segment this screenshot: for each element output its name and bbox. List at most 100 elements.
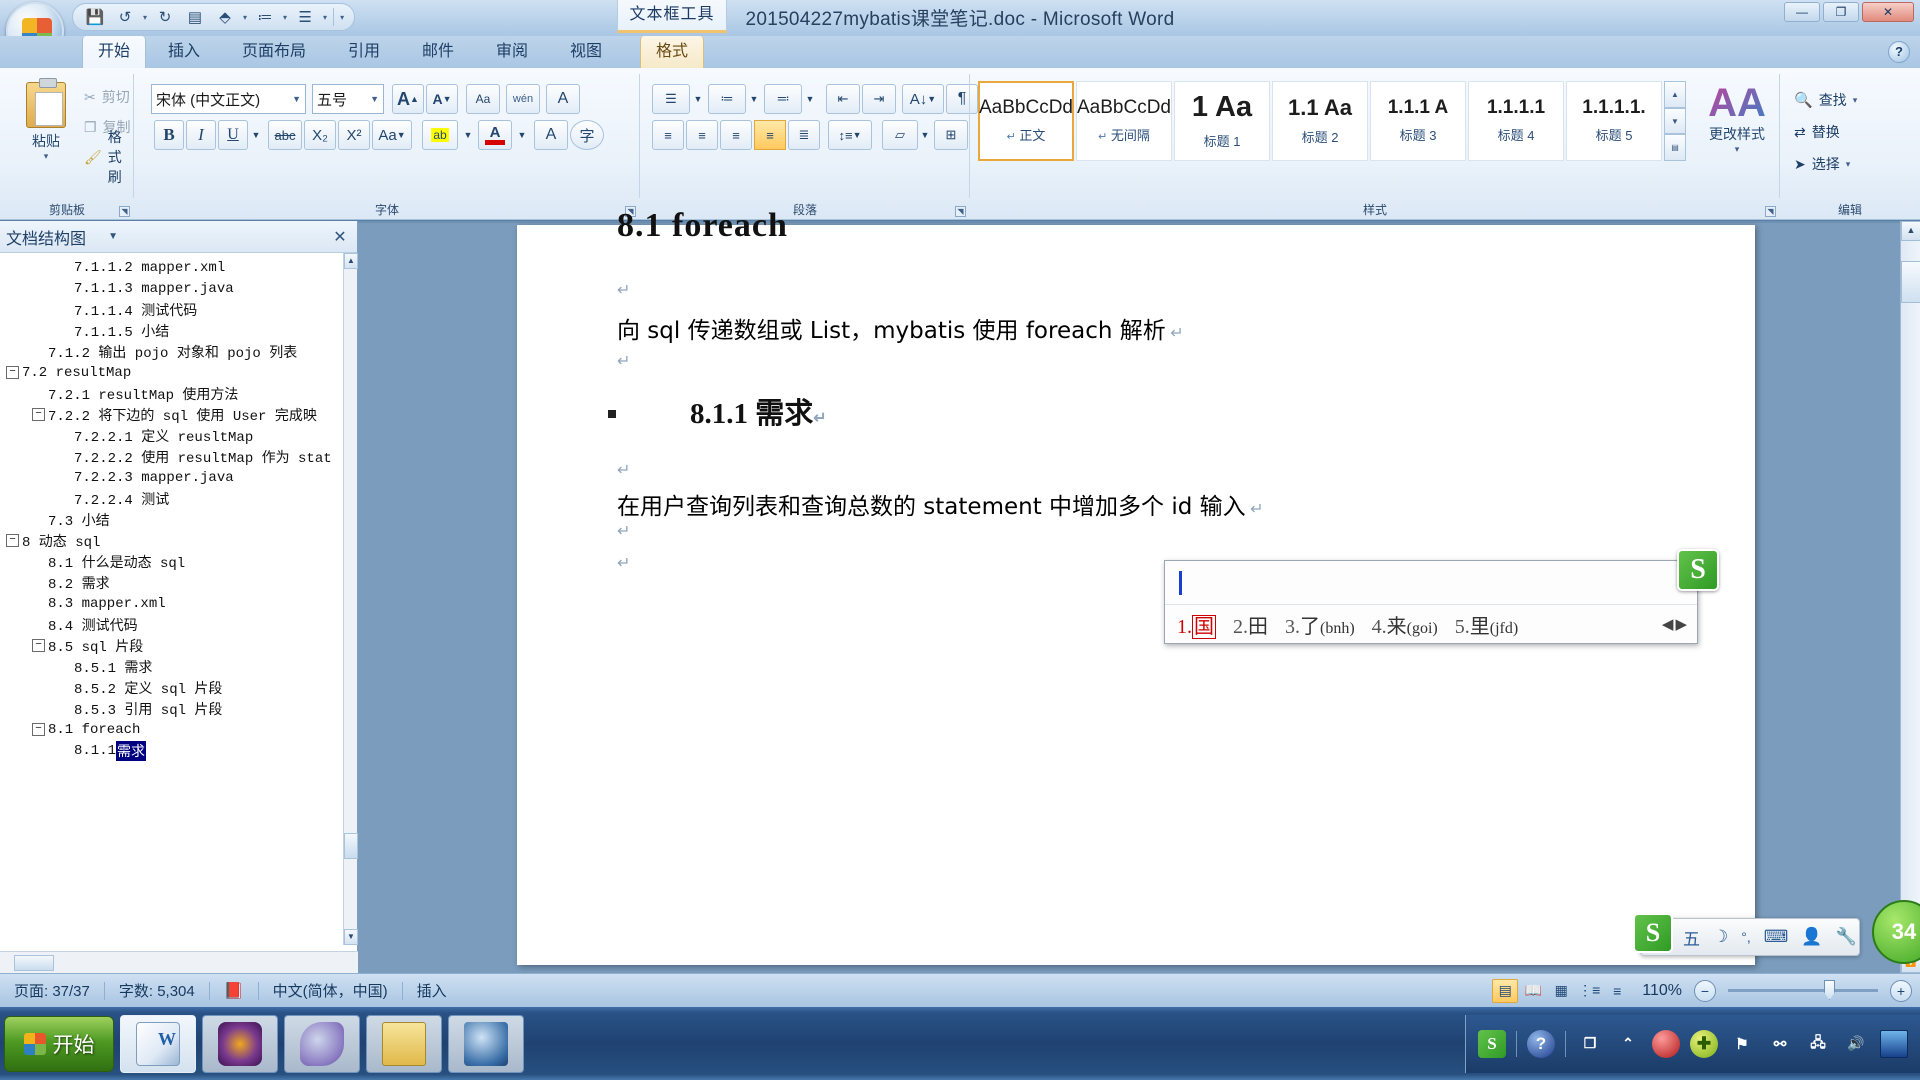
- document-map-dropdown-icon[interactable]: ▼: [102, 227, 124, 247]
- taskbar-word-document[interactable]: W: [120, 1014, 196, 1073]
- document-map-item[interactable]: 7.1.1.2 mapper.xml: [0, 257, 343, 278]
- numbering-icon[interactable]: ≔: [253, 6, 277, 28]
- sogou-logo-icon[interactable]: S: [1633, 913, 1673, 953]
- tab-home[interactable]: 开始: [82, 36, 146, 68]
- align-right-button[interactable]: ≡: [720, 120, 752, 150]
- replace-button[interactable]: ⇄ 替换: [1794, 118, 1840, 146]
- document-map-item[interactable]: −8 动态 sql: [0, 530, 343, 551]
- align-left-button[interactable]: ≡: [652, 120, 684, 150]
- find-dropdown-icon[interactable]: ▾: [1853, 95, 1858, 106]
- wubi-mode-icon[interactable]: 五: [1683, 925, 1700, 950]
- undo-icon[interactable]: ↺: [113, 6, 137, 28]
- format-painter-button[interactable]: 🖌 格式刷: [80, 129, 134, 185]
- tab-review[interactable]: 审阅: [480, 36, 544, 68]
- tab-references[interactable]: 引用: [332, 36, 396, 68]
- paragraph-dialog-launcher[interactable]: ◥: [955, 206, 966, 217]
- tab-view[interactable]: 视图: [554, 36, 618, 68]
- undo-dropdown-icon[interactable]: ▾: [143, 13, 147, 22]
- distribute-button[interactable]: ≣: [788, 120, 820, 150]
- proofing-errors-icon[interactable]: 📕: [210, 979, 258, 1003]
- help-tray-icon[interactable]: ?: [1527, 1029, 1555, 1058]
- numbering-dropdown-icon[interactable]: ▾: [283, 13, 287, 22]
- taskbar-file-explorer[interactable]: [366, 1014, 442, 1073]
- word-count[interactable]: 字数: 5,304: [105, 979, 209, 1003]
- show-hidden-icons[interactable]: ⌃: [1614, 1030, 1642, 1058]
- network-icon[interactable]: 🖧: [1804, 1030, 1832, 1058]
- redo-icon[interactable]: ↻: [153, 6, 177, 28]
- document-map-item[interactable]: 7.1.1.4 测试代码: [0, 299, 343, 320]
- strikethrough-button[interactable]: abc: [268, 120, 302, 150]
- antivirus-icon[interactable]: ●: [1652, 1029, 1680, 1058]
- document-map-item[interactable]: 8.1.1 需求: [0, 740, 343, 761]
- document-map-item[interactable]: 8.4 测试代码: [0, 614, 343, 635]
- zoom-out-button[interactable]: −: [1694, 979, 1716, 1002]
- style-no-spacing[interactable]: AaBbCcDd ↵ 无间隔: [1076, 81, 1172, 161]
- gallery-scroll-up-icon[interactable]: ▲: [1664, 81, 1686, 108]
- document-map-item[interactable]: 7.2.2.2 使用 resultMap 作为 stat: [0, 446, 343, 467]
- taskbar-editplus[interactable]: [448, 1014, 524, 1073]
- style-heading-2[interactable]: 1.1 Aa 标题 2: [1272, 81, 1368, 161]
- taskbar-javaee-ide[interactable]: [202, 1014, 278, 1073]
- ime-candidate-window[interactable]: 1. 国 2.田 3.了(bnh) 4.来(goi) 5.里(jfd) ◀▶ S: [1164, 549, 1719, 644]
- usb-device-icon[interactable]: ⚯: [1766, 1030, 1794, 1058]
- align-justify-button[interactable]: ≡: [754, 120, 786, 150]
- outline-view-button[interactable]: ⋮≡: [1576, 979, 1602, 1003]
- draft-view-button[interactable]: ≡: [1604, 979, 1630, 1003]
- enclose-character-button[interactable]: 字: [570, 120, 604, 150]
- tab-format[interactable]: 格式: [640, 36, 704, 68]
- document-map-vertical-scrollbar[interactable]: ▲ ▼: [343, 253, 358, 945]
- tab-mailings[interactable]: 邮件: [406, 36, 470, 68]
- previous-page-icon[interactable]: ◀: [1662, 617, 1676, 633]
- user-icon[interactable]: 👤: [1801, 927, 1822, 947]
- document-map-item[interactable]: 8.5.1 需求: [0, 656, 343, 677]
- document-map-item[interactable]: −7.2.2 将下边的 sql 使用 User 完成映: [0, 404, 343, 425]
- next-page-icon[interactable]: ▶: [1675, 617, 1689, 633]
- select-dropdown-icon[interactable]: ▾: [1846, 159, 1851, 170]
- decrease-indent-button[interactable]: ⇤: [826, 84, 860, 114]
- tab-page-layout[interactable]: 页面布局: [222, 36, 326, 68]
- soft-keyboard-icon[interactable]: ⌨: [1764, 927, 1789, 947]
- volume-icon[interactable]: 🔊: [1842, 1030, 1870, 1058]
- zoom-slider[interactable]: [1728, 980, 1878, 1000]
- print-layout-view-button[interactable]: ▤: [1492, 978, 1519, 1003]
- save-icon[interactable]: 💾: [83, 6, 107, 28]
- scroll-up-icon[interactable]: ▲: [344, 253, 358, 269]
- document-map-item[interactable]: 7.2.2.4 测试: [0, 488, 343, 509]
- document-map-item[interactable]: 8.2 需求: [0, 572, 343, 593]
- document-map-item[interactable]: −7.2 resultMap: [0, 362, 343, 383]
- print-preview-icon[interactable]: ▤: [183, 6, 207, 28]
- borders-button[interactable]: ⊞: [934, 120, 968, 150]
- document-map-item[interactable]: 7.2.2.1 定义 reusltMap: [0, 425, 343, 446]
- page-indicator[interactable]: 页面: 37/37: [0, 979, 104, 1003]
- shading-button[interactable]: ▱: [882, 120, 918, 150]
- chevron-down-icon[interactable]: ▼: [292, 94, 301, 104]
- close-button[interactable]: ✕: [1862, 2, 1914, 22]
- bold-button[interactable]: B: [154, 120, 184, 150]
- numbering-dropdown-icon[interactable]: ▼: [746, 84, 762, 114]
- close-icon[interactable]: ✕: [329, 227, 351, 247]
- line-spacing-button[interactable]: ↕≡ ▼: [828, 120, 872, 150]
- zoom-in-button[interactable]: +: [1890, 979, 1912, 1002]
- font-size-combo[interactable]: 五号 ▼: [312, 84, 384, 114]
- document-map-item[interactable]: 7.2.1 resultMap 使用方法: [0, 383, 343, 404]
- bullets-dropdown-icon[interactable]: ▾: [323, 13, 327, 22]
- customize-qat-icon[interactable]: ▾: [340, 13, 344, 22]
- tree-expander-icon[interactable]: −: [32, 408, 45, 421]
- gallery-more-icon[interactable]: ▤: [1664, 134, 1686, 162]
- document-map-item[interactable]: 8.3 mapper.xml: [0, 593, 343, 614]
- document-map-item[interactable]: −8.1 foreach: [0, 719, 343, 740]
- document-vertical-scrollbar[interactable]: ▲ ▼ ⏫ ⏬: [1900, 221, 1920, 973]
- moon-icon[interactable]: ☽: [1713, 927, 1728, 947]
- scroll-up-icon[interactable]: ▲: [1901, 221, 1920, 241]
- change-styles-button[interactable]: AA 更改样式 ▾: [1694, 82, 1780, 178]
- bullets-dropdown-icon[interactable]: ▼: [690, 84, 706, 114]
- font-color-dropdown-icon[interactable]: ▼: [514, 120, 530, 150]
- highlight-dropdown-icon[interactable]: ▼: [460, 120, 476, 150]
- italic-button[interactable]: I: [186, 120, 216, 150]
- underline-dropdown-icon[interactable]: ▼: [248, 120, 264, 150]
- taskbar-mysql-dolphin[interactable]: [284, 1014, 360, 1073]
- multilevel-list-button[interactable]: ≕: [764, 84, 802, 114]
- ime-candidate-4[interactable]: 4.来(goi): [1372, 610, 1438, 639]
- multilevel-dropdown-icon[interactable]: ▼: [802, 84, 818, 114]
- bullets-icon[interactable]: ☰: [293, 6, 317, 28]
